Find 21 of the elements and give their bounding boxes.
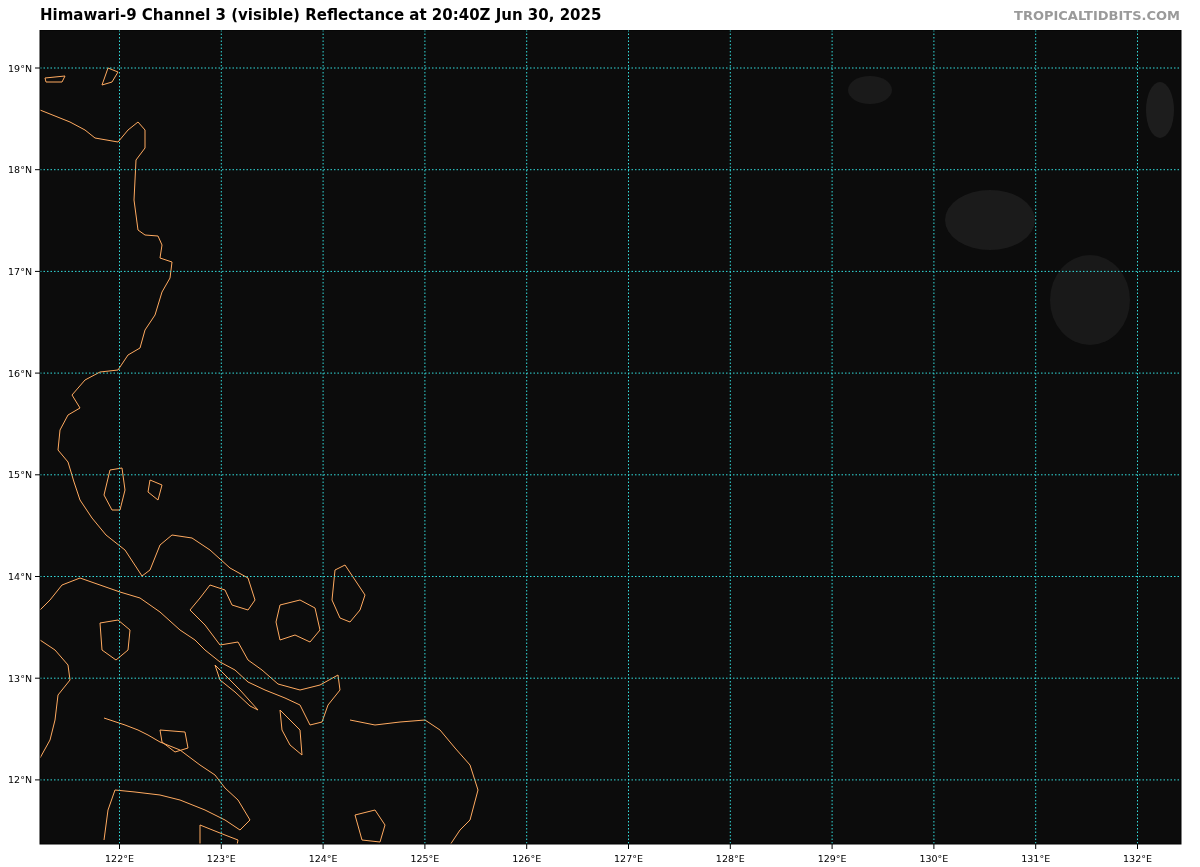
longitude-label: 124°E	[308, 853, 338, 864]
latitude-label: 17°N	[8, 265, 32, 277]
longitude-label: 126°E	[512, 853, 542, 864]
longitude-label: 122°E	[105, 853, 134, 864]
longitude-label: 132°E	[1123, 853, 1152, 864]
longitude-label: 123°E	[206, 853, 236, 864]
longitude-label: 129°E	[817, 853, 847, 864]
latitude-label: 18°N	[8, 164, 32, 176]
latitude-label: 14°N	[8, 571, 32, 582]
longitude-label: 128°E	[715, 853, 745, 864]
longitude-label: 131°E	[1021, 853, 1051, 864]
latitude-label: 12°N	[8, 774, 32, 786]
latitude-label: 16°N	[8, 367, 32, 379]
latitude-label: 15°N	[8, 469, 32, 481]
chart-title: Himawari-9 Channel 3 (visible) Reflectance at 20:40Z Jun 30, 2025	[40, 6, 602, 24]
latitude-label: 13°N	[8, 672, 32, 684]
longitude-label: 125°E	[410, 853, 440, 864]
longitude-label: 127°E	[614, 853, 643, 864]
latitude-label: 19°N	[8, 62, 32, 74]
longitude-label: 130°E	[919, 853, 949, 864]
site-credit: TROPICALTIDBITS.COM	[1014, 7, 1180, 23]
